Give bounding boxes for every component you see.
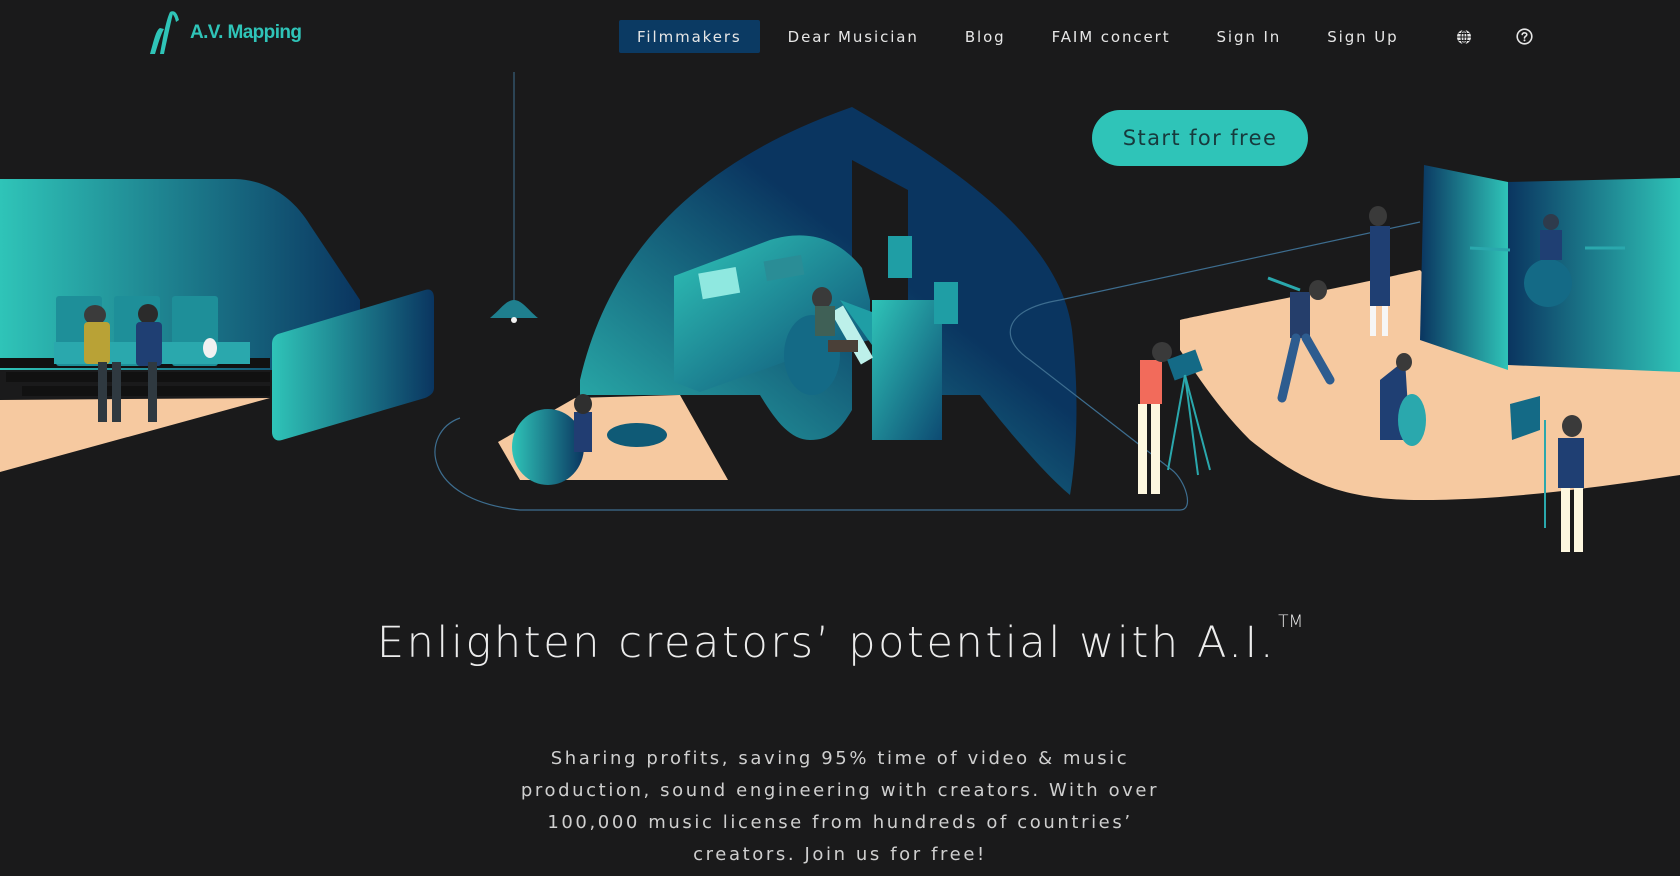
nav-dear-musician[interactable]: Dear Musician <box>770 20 937 53</box>
cinema-floor-light <box>0 398 270 472</box>
trademark-mark: TM <box>1278 612 1304 632</box>
nav-blog[interactable]: Blog <box>947 20 1024 53</box>
stage-scene <box>1138 165 1680 552</box>
help-circle-icon <box>1516 28 1533 45</box>
description-line: production, sound engineering with creat… <box>520 780 1160 801</box>
help-button[interactable] <box>1516 28 1534 46</box>
description-line: Sharing profits, saving 95% time of vide… <box>550 748 1130 769</box>
language-button[interactable] <box>1455 28 1473 46</box>
lounge-person <box>574 394 592 452</box>
hero-description: Sharing profits, saving 95% time of vide… <box>0 743 1680 871</box>
nav-filmmakers[interactable]: Filmmakers <box>619 20 760 53</box>
trumpet <box>1267 276 1301 292</box>
main-nav: Filmmakers Dear Musician Blog FAIM conce… <box>619 20 1534 53</box>
coffee-table <box>607 423 667 447</box>
headline-text: Enlighten creators’ potential with A.I. <box>376 618 1277 668</box>
nav-sign-in[interactable]: Sign In <box>1198 20 1299 53</box>
hero-headline: Enlighten creators’ potential with A.I. T… <box>0 612 1680 668</box>
description-line: 100,000 music license from hundreds of c… <box>547 812 1133 833</box>
waveform-s-logo-icon <box>150 11 179 54</box>
nav-faim-concert[interactable]: FAIM concert <box>1034 20 1189 53</box>
lounge-armchair <box>512 409 584 485</box>
pendant-lamp <box>490 300 538 318</box>
stage-wall-left <box>1420 165 1508 370</box>
nav-sign-up[interactable]: Sign Up <box>1309 20 1416 53</box>
brand-logo[interactable]: A.V. Mapping <box>146 10 302 55</box>
brand-name: A.V. Mapping <box>190 21 302 43</box>
description-line: creators. Join us for free! <box>693 844 987 865</box>
cat <box>203 338 217 358</box>
studio-monitor-speaker <box>888 236 912 278</box>
globe-icon <box>1456 28 1471 45</box>
cinema-scene <box>0 179 434 472</box>
start-for-free-button[interactable]: Start for free <box>1092 110 1308 166</box>
hero-illustration <box>0 72 1680 552</box>
